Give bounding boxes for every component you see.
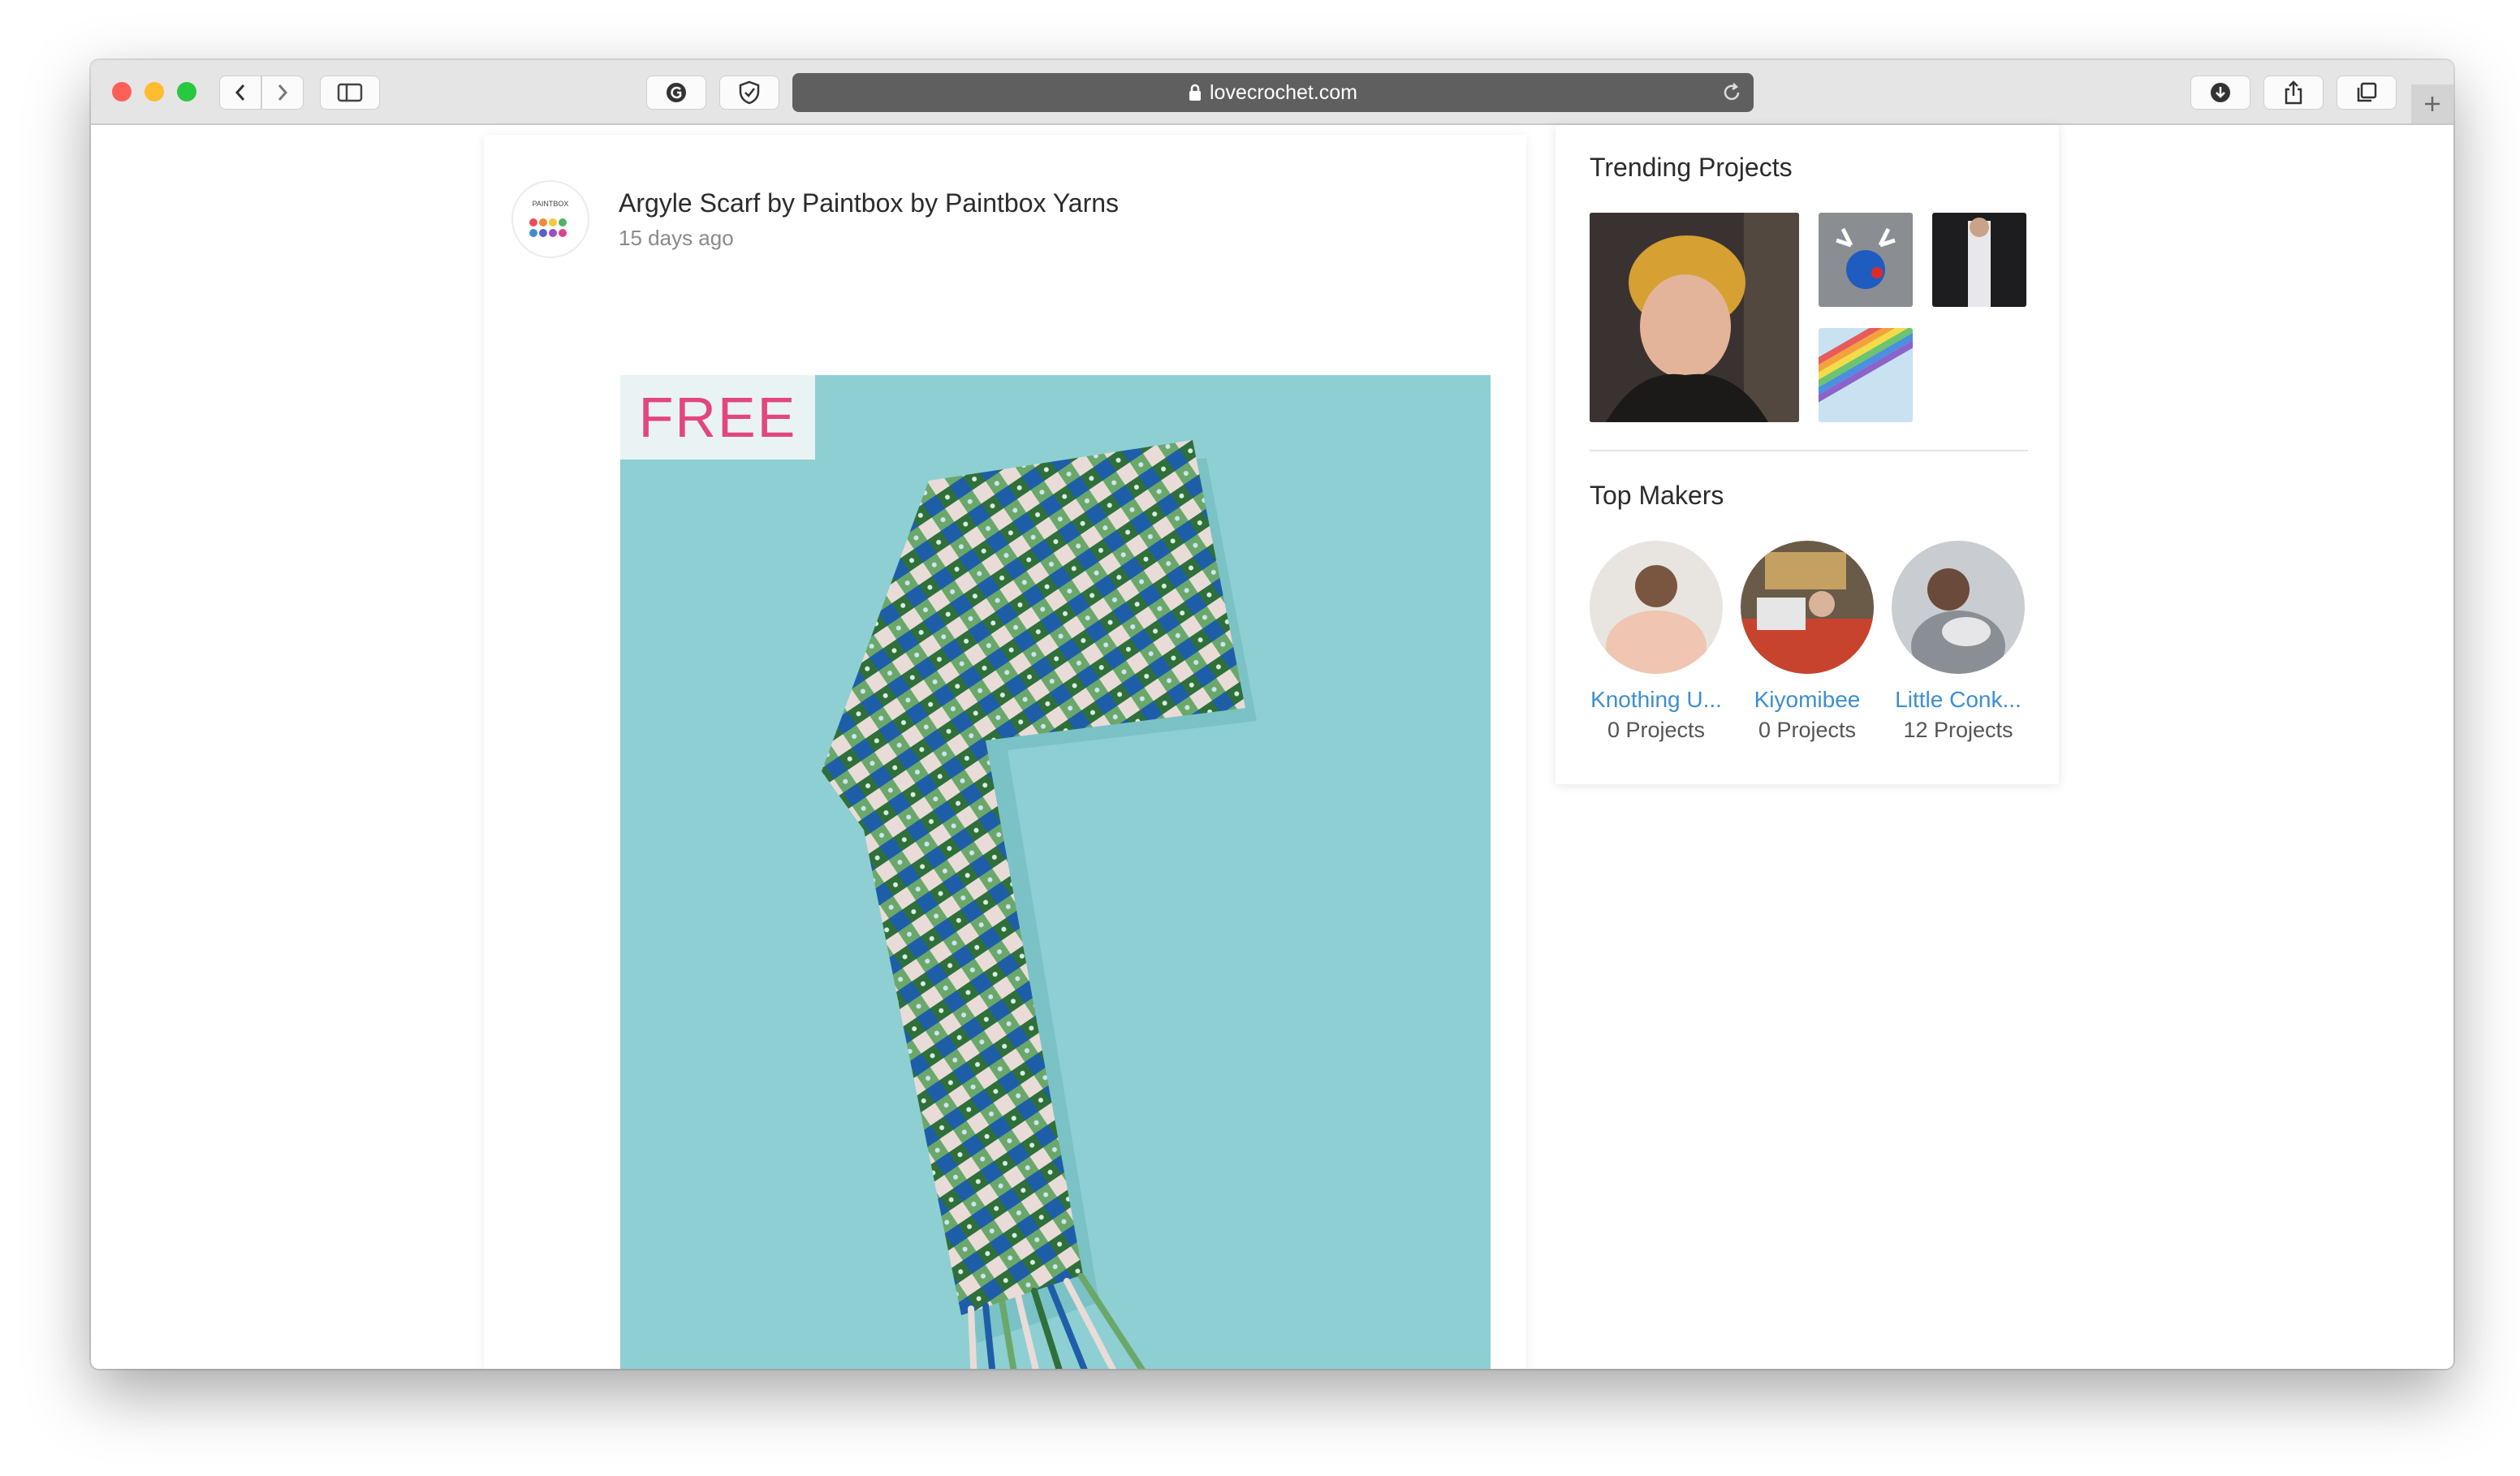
maker-name-link[interactable]: Little Conk...	[1890, 687, 2026, 713]
shield-icon	[739, 80, 760, 105]
argyle-scarf-image	[822, 440, 1257, 1369]
maker-project-count: 0 Projects	[1607, 718, 1706, 742]
free-badge: FREE	[620, 375, 815, 460]
url-text: lovecrochet.com	[1209, 80, 1358, 104]
browser-toolbar: lovecrochet.com	[91, 60, 2453, 125]
trending-project-thumb[interactable]	[1819, 213, 1913, 307]
project-photo-woman-hat	[1590, 213, 1799, 422]
maker-project-count: 12 Projects	[1903, 718, 2013, 742]
avatar[interactable]	[1590, 541, 1723, 674]
back-button[interactable]	[219, 76, 261, 110]
post-title[interactable]: Argyle Scarf by Paintbox by Paintbox Yar…	[619, 188, 1119, 218]
sidebar-toggle-button[interactable]	[320, 76, 380, 110]
share-icon	[2285, 80, 2302, 105]
post-image[interactable]: FREE	[620, 375, 1491, 1369]
share-button[interactable]	[2263, 76, 2324, 110]
sidebar-card: Trending Projects Top Makers Knothing U.…	[1556, 125, 2059, 784]
trending-project-thumb[interactable]	[1932, 213, 2026, 307]
top-makers-heading: Top Makers	[1590, 481, 1724, 510]
maker-card[interactable]: Knothing U... 0 Projects	[1588, 541, 1724, 743]
privacy-extension-button[interactable]	[719, 76, 779, 110]
project-photo-reindeer	[1819, 213, 1913, 307]
trending-project-thumb[interactable]	[1819, 328, 1913, 422]
post-timestamp: 15 days ago	[619, 226, 734, 250]
tabs-icon	[2357, 82, 2377, 102]
download-icon	[2211, 83, 2230, 102]
trending-projects-heading: Trending Projects	[1590, 153, 1793, 182]
avatar[interactable]	[1892, 541, 2025, 674]
tab-overview-button[interactable]	[2337, 76, 2397, 110]
maker-avatar-photo	[1741, 541, 1874, 674]
address-bar[interactable]: lovecrochet.com	[792, 73, 1754, 112]
zoom-window-button[interactable]	[177, 82, 196, 101]
chevron-right-icon	[278, 84, 288, 101]
brand-avatar[interactable]: PAINTBOX	[511, 180, 589, 258]
trending-project-thumb[interactable]	[1590, 213, 1799, 422]
page-content: PAINTBOX Argyle Scarf by Paintbox by Pai…	[91, 125, 2453, 1369]
maker-card[interactable]: Little Conk... 12 Projects	[1890, 541, 2026, 743]
section-divider	[1590, 450, 2028, 451]
sidebar-icon	[337, 83, 363, 102]
post-card: PAINTBOX Argyle Scarf by Paintbox by Pai…	[484, 135, 1526, 1369]
browser-window: lovecrochet.com PAINTBOX Argyle Scarf by…	[91, 60, 2453, 1369]
paintbox-logo-icon: PAINTBOX	[529, 200, 569, 237]
project-photo-rainbow-blanket	[1819, 328, 1913, 422]
grammarly-extension-button[interactable]	[646, 76, 706, 110]
maker-name-link[interactable]: Knothing U...	[1588, 687, 1724, 713]
grammarly-icon	[667, 83, 686, 102]
lock-icon	[1189, 84, 1201, 101]
maker-name-link[interactable]: Kiyomibee	[1739, 687, 1875, 713]
maker-avatar-photo	[1892, 541, 2025, 674]
avatar[interactable]	[1741, 541, 1874, 674]
svg-text:PAINTBOX: PAINTBOX	[533, 200, 569, 208]
reload-icon[interactable]	[1721, 82, 1742, 103]
close-window-button[interactable]	[112, 82, 132, 101]
downloads-button[interactable]	[2190, 76, 2250, 110]
maker-avatar-photo	[1590, 541, 1723, 674]
chevron-left-icon	[235, 84, 245, 101]
maker-project-count: 0 Projects	[1758, 718, 1857, 742]
plus-icon	[2425, 97, 2440, 111]
forward-button[interactable]	[261, 76, 304, 110]
minimize-window-button[interactable]	[145, 82, 164, 101]
new-tab-button[interactable]	[2411, 84, 2453, 123]
project-photo-white-scarf	[1932, 213, 2026, 307]
maker-card[interactable]: Kiyomibee 0 Projects	[1739, 541, 1875, 743]
